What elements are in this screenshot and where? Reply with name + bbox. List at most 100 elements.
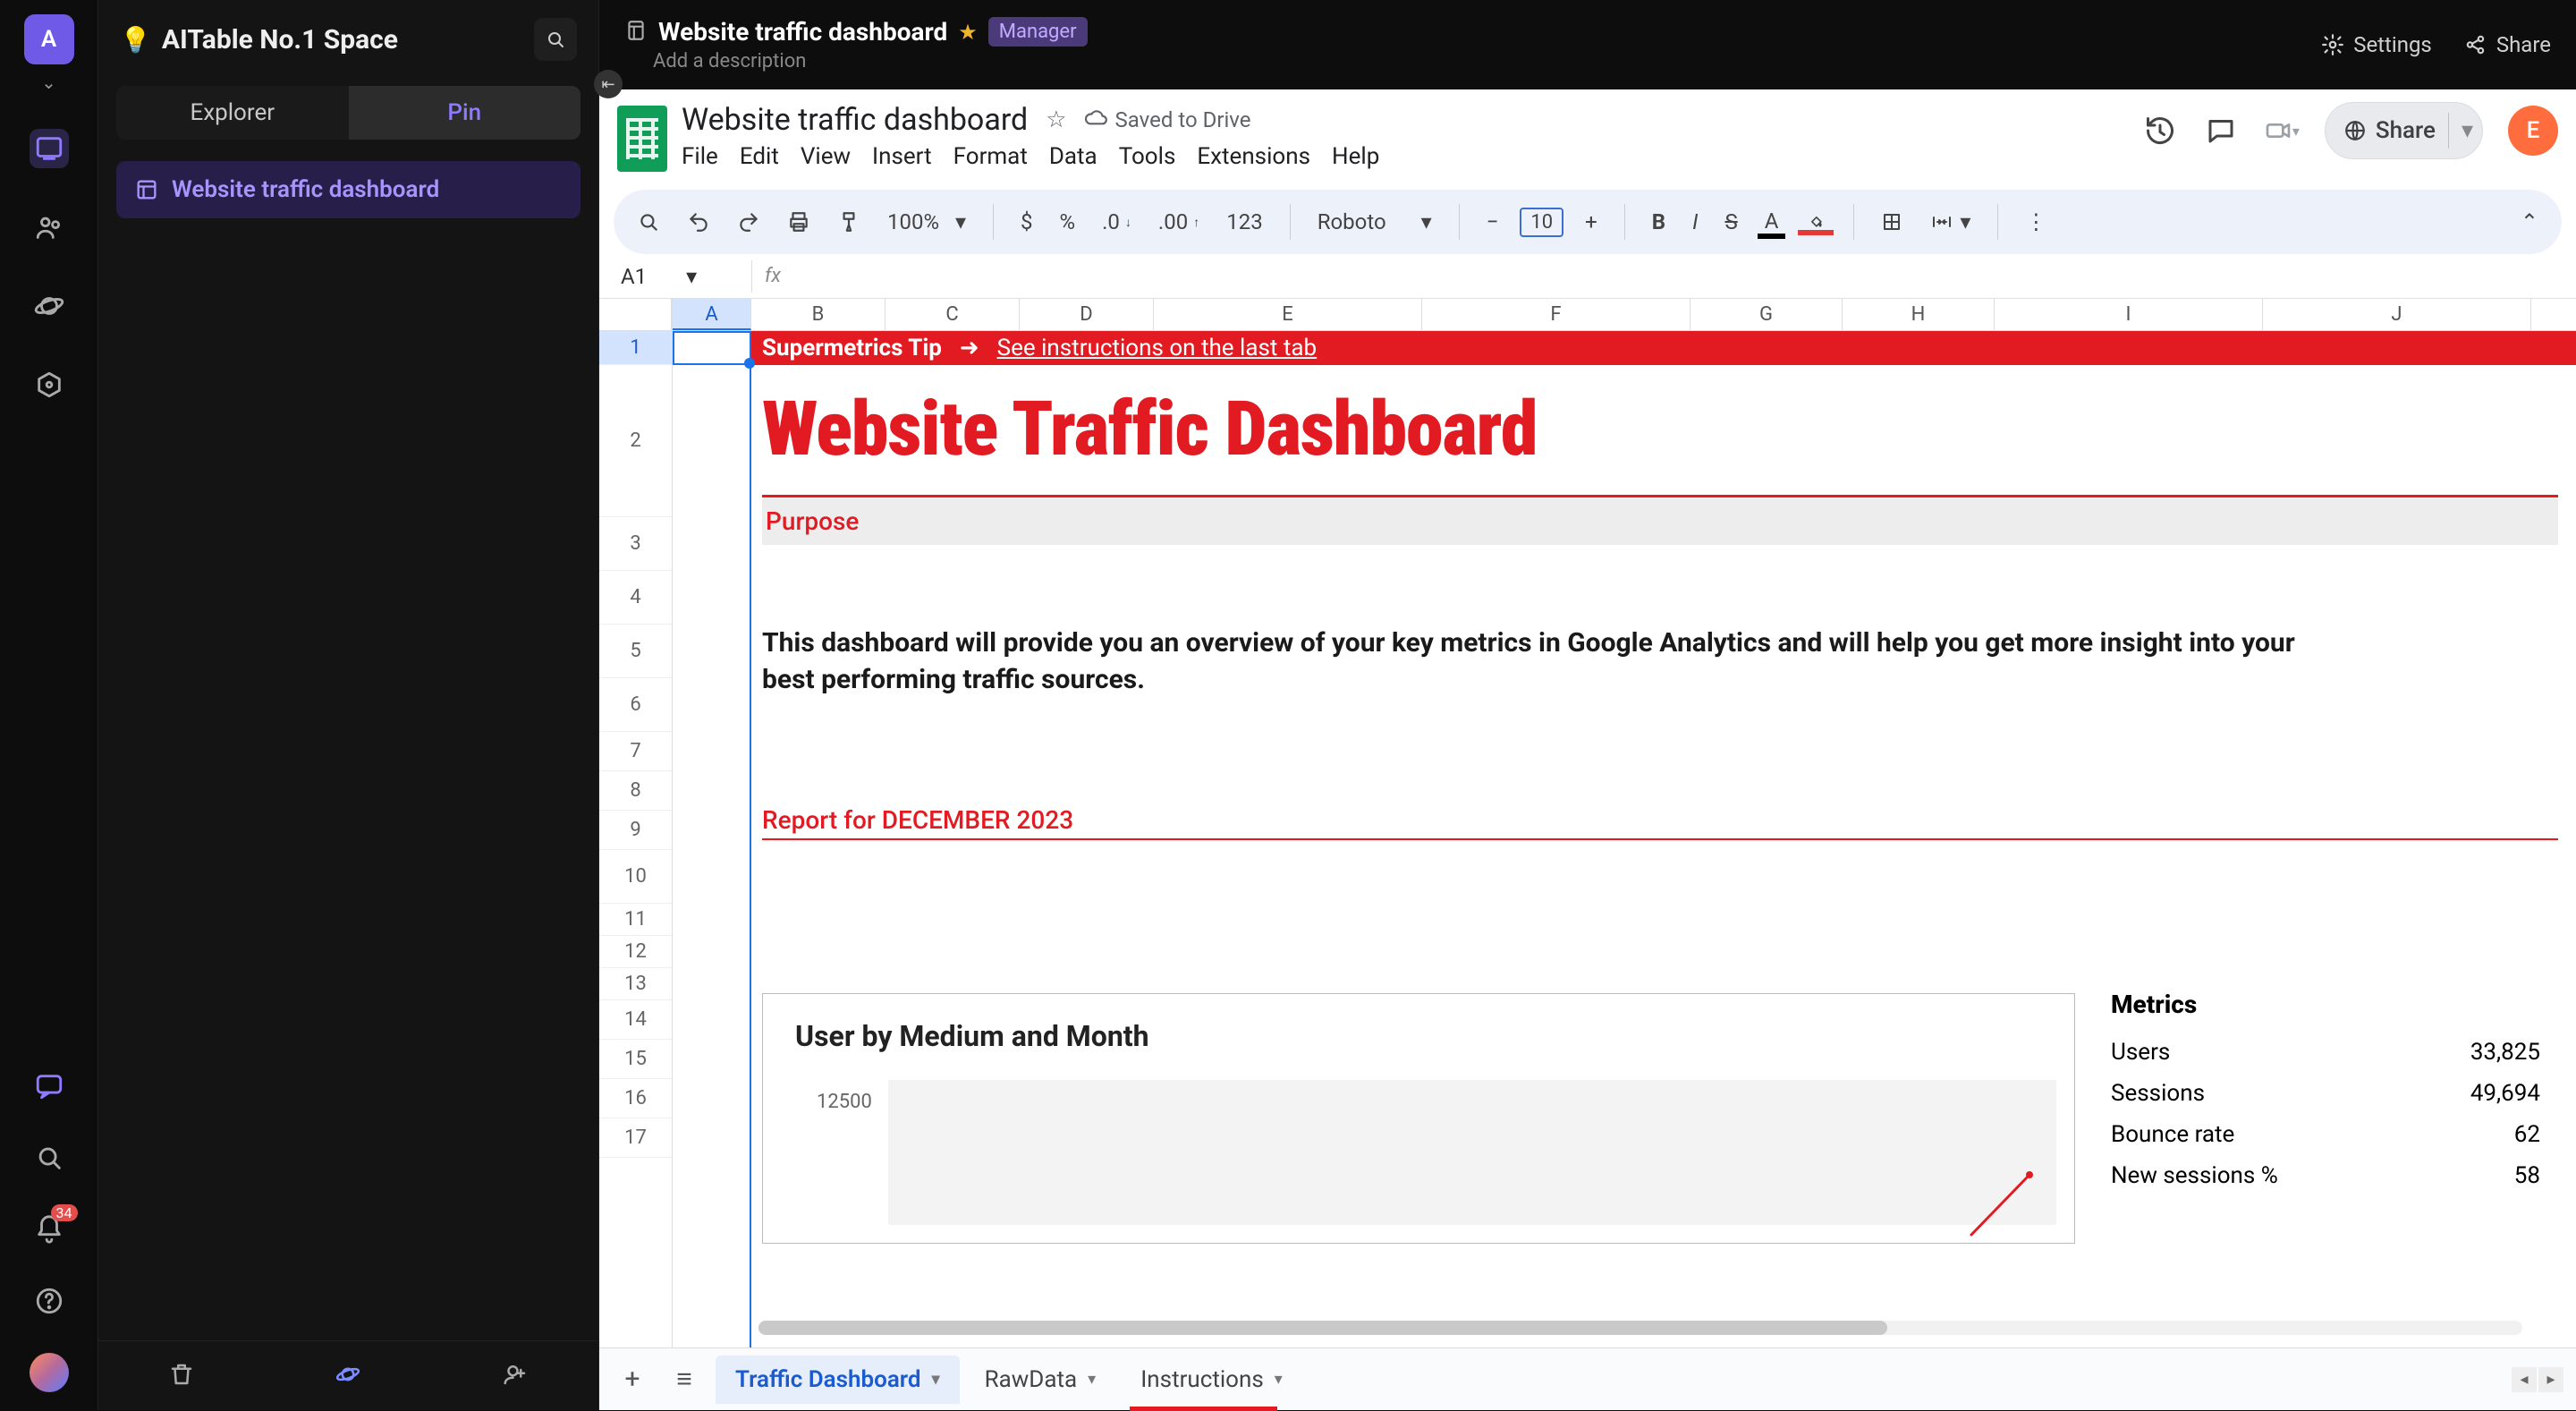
decrease-font-icon[interactable]: − — [1481, 206, 1504, 238]
number-format-icon[interactable]: 123 — [1221, 206, 1267, 238]
select-all-cell[interactable] — [599, 299, 672, 331]
row-header-16[interactable]: 16 — [599, 1079, 672, 1118]
tip-link[interactable]: See instructions on the last tab — [997, 335, 1318, 361]
nav-planet-icon[interactable] — [30, 286, 69, 326]
tab-explorer[interactable]: Explorer — [116, 86, 349, 140]
fill-color-icon[interactable] — [1800, 208, 1832, 235]
zoom-select[interactable]: 100% ▾ — [882, 206, 971, 238]
percent-icon[interactable]: % — [1055, 206, 1081, 238]
menu-insert[interactable]: Insert — [872, 143, 932, 170]
doc-star-icon[interactable]: ☆ — [1046, 106, 1066, 133]
strike-icon[interactable]: S — [1719, 206, 1742, 238]
tab-scroll-nav[interactable]: ◂▸ — [2512, 1367, 2563, 1392]
menu-format[interactable]: Format — [953, 143, 1028, 170]
add-sheet-icon[interactable]: + — [612, 1364, 653, 1395]
paint-format-icon[interactable] — [832, 207, 866, 237]
column-header-C[interactable]: C — [886, 299, 1020, 330]
row-header-9[interactable]: 9 — [599, 811, 672, 850]
sidebar-collapse-icon[interactable]: ⇤ — [594, 70, 623, 98]
undo-icon[interactable] — [682, 207, 716, 237]
column-header-H[interactable]: H — [1843, 299, 1995, 330]
toolbar-collapse-icon[interactable]: ⌃ — [2515, 206, 2544, 238]
currency-icon[interactable]: $ — [1015, 206, 1038, 238]
bold-icon[interactable]: B — [1647, 206, 1671, 238]
share-button[interactable]: Share — [2464, 32, 2551, 57]
column-header-B[interactable]: B — [751, 299, 886, 330]
share-caret-icon[interactable]: ▾ — [2462, 117, 2473, 144]
menu-tools[interactable]: Tools — [1119, 143, 1176, 170]
row-header-15[interactable]: 15 — [599, 1040, 672, 1079]
column-header-E[interactable]: E — [1154, 299, 1422, 330]
font-select[interactable]: Roboto▾ — [1312, 206, 1437, 238]
workspace-switcher-chevron-icon[interactable]: ⌄ — [41, 72, 56, 93]
font-size-input[interactable]: 10 — [1520, 208, 1563, 237]
formula-bar[interactable] — [793, 254, 2562, 298]
description-placeholder[interactable]: Add a description — [653, 50, 1088, 72]
menu-extensions[interactable]: Extensions — [1197, 143, 1310, 170]
decrease-decimal-icon[interactable]: .0↓ — [1097, 206, 1137, 238]
workspace-avatar[interactable]: A — [24, 14, 74, 64]
row-header-8[interactable]: 8 — [599, 771, 672, 811]
menu-data[interactable]: Data — [1049, 143, 1097, 170]
trash-icon[interactable] — [168, 1361, 195, 1391]
row-header-13[interactable]: 13 — [599, 968, 672, 1000]
sheet-tab-instructions[interactable]: Instructions▾ — [1121, 1356, 1302, 1404]
comments-icon[interactable] — [2203, 113, 2239, 149]
row-header-2[interactable]: 2 — [599, 365, 672, 517]
redo-icon[interactable] — [732, 207, 766, 237]
row-header-1[interactable]: 1 — [599, 331, 672, 365]
menu-file[interactable]: File — [682, 143, 718, 170]
sheet-tab-traffic-dashboard[interactable]: Traffic Dashboard▾ — [716, 1356, 960, 1404]
italic-icon[interactable]: I — [1687, 206, 1703, 238]
increase-decimal-icon[interactable]: .00↑ — [1153, 206, 1205, 238]
name-box[interactable]: A1▾ — [614, 264, 739, 289]
planet-small-icon[interactable] — [335, 1361, 361, 1391]
account-avatar[interactable]: E — [2508, 106, 2558, 156]
more-icon[interactable]: ⋮ — [2020, 206, 2052, 238]
horizontal-scrollbar[interactable] — [758, 1321, 2522, 1335]
column-header-D[interactable]: D — [1020, 299, 1154, 330]
nav-contacts-icon[interactable] — [30, 208, 69, 247]
doc-title-input[interactable]: Website traffic dashboard — [682, 102, 1028, 138]
row-header-5[interactable]: 5 — [599, 625, 672, 678]
tab-pin[interactable]: Pin — [349, 86, 581, 140]
sidebar-search-button[interactable] — [534, 18, 577, 61]
row-header-10[interactable]: 10 — [599, 850, 672, 904]
column-header-I[interactable]: I — [1995, 299, 2263, 330]
nav-help-icon[interactable] — [30, 1281, 69, 1321]
text-color-icon[interactable]: A — [1759, 205, 1784, 239]
column-header-A[interactable]: A — [673, 299, 751, 330]
all-sheets-icon[interactable]: ≡ — [664, 1364, 705, 1395]
sheets-share-button[interactable]: Share ▾ — [2325, 102, 2483, 159]
column-header-F[interactable]: F — [1422, 299, 1690, 330]
nav-component-icon[interactable] — [30, 365, 69, 404]
chart-user-by-medium[interactable]: User by Medium and Month 12500 — [762, 993, 2075, 1244]
increase-font-icon[interactable]: + — [1580, 206, 1603, 238]
menu-view[interactable]: View — [801, 143, 851, 170]
meet-icon[interactable]: ▾ — [2264, 113, 2300, 149]
row-header-17[interactable]: 17 — [599, 1118, 672, 1158]
borders-icon[interactable] — [1876, 208, 1908, 236]
row-header-14[interactable]: 14 — [599, 1000, 672, 1040]
column-header-J[interactable]: J — [2263, 299, 2531, 330]
sheets-logo-icon[interactable] — [617, 106, 667, 172]
row-header-12[interactable]: 12 — [599, 936, 672, 968]
print-icon[interactable] — [782, 207, 816, 237]
add-member-icon[interactable] — [502, 1361, 529, 1391]
merge-icon[interactable]: ▾ — [1924, 206, 1976, 238]
row-header-3[interactable]: 3 — [599, 517, 672, 571]
nav-chat-icon[interactable] — [30, 1067, 69, 1106]
favorite-star-icon[interactable]: ★ — [958, 20, 978, 45]
sheet-tab-rawdata[interactable]: RawData▾ — [965, 1356, 1116, 1404]
toolbar-search-icon[interactable] — [631, 207, 665, 237]
column-header-G[interactable]: G — [1690, 299, 1843, 330]
history-icon[interactable] — [2142, 113, 2178, 149]
nav-search-icon[interactable] — [30, 1138, 69, 1177]
row-header-4[interactable]: 4 — [599, 571, 672, 625]
menu-help[interactable]: Help — [1332, 143, 1379, 170]
row-header-6[interactable]: 6 — [599, 678, 672, 732]
row-header-11[interactable]: 11 — [599, 904, 672, 936]
page-title[interactable]: Website traffic dashboard — [658, 17, 947, 47]
settings-button[interactable]: Settings — [2321, 32, 2432, 57]
menu-edit[interactable]: Edit — [740, 143, 779, 170]
